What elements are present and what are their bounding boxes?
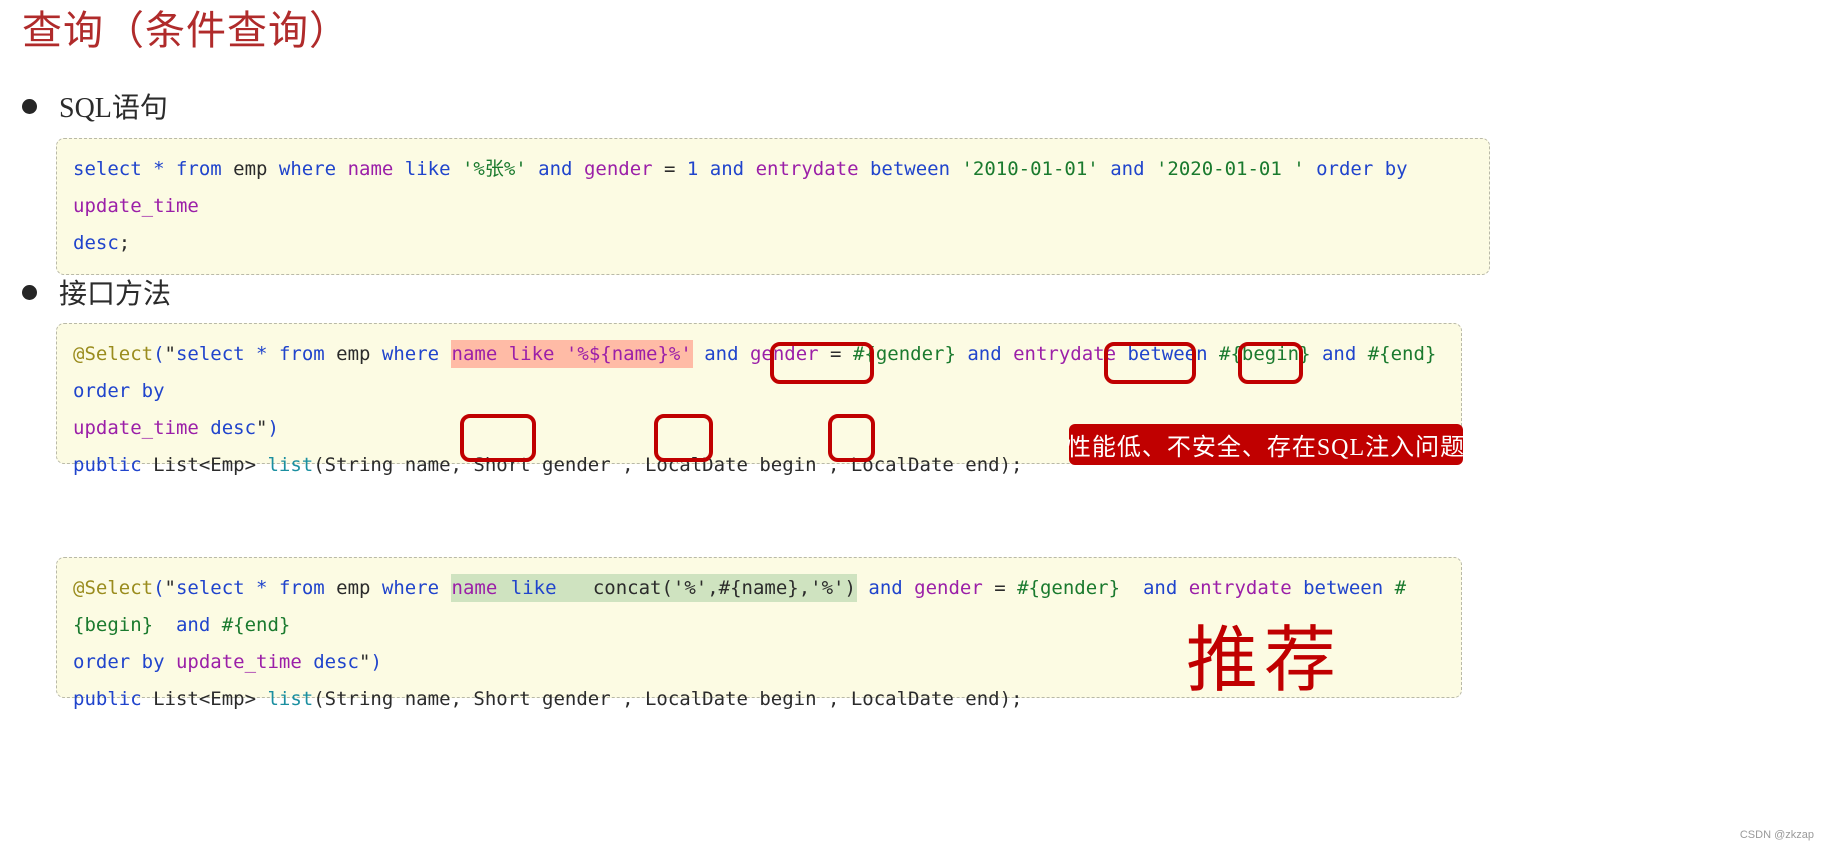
bullet-dot-icon [22, 284, 37, 300]
tok-public: public [73, 688, 154, 710]
tok-table-emp: emp [336, 577, 382, 599]
tok-and-2: and [1131, 577, 1189, 599]
tok-eq: = [830, 343, 853, 365]
recommend-watermark: 推荐 [1186, 621, 1343, 701]
tok-date-end: '2020-01-01 ' [1155, 158, 1317, 180]
tok-public: public [73, 454, 154, 476]
tok-method-list: list [267, 454, 314, 476]
tok-col-update-time: update_time [73, 195, 199, 217]
tok-select: select * [175, 577, 279, 599]
param-gender: #{gender} [1017, 577, 1132, 599]
param-end: #{end} [221, 614, 291, 636]
tok-and-2: and [709, 158, 756, 180]
tok-and-2: and [955, 343, 1014, 365]
tok-method-params: (String name, Short gender , LocalDate b… [313, 454, 1023, 476]
code-line-sql-1: select * from emp where name like '%张%' … [73, 151, 1473, 225]
tok-between: between [869, 158, 962, 180]
tok-select: select * [73, 158, 176, 180]
tok-str-name-pattern: '%张%' [461, 158, 539, 180]
tok-where: where [278, 158, 348, 180]
page-title: 查询（条件查询） [22, 8, 350, 53]
tok-quote-open: " [164, 343, 176, 365]
tok-like: like [404, 158, 462, 180]
tok-col-update-time: update_time [73, 417, 211, 439]
tok-col-update-time: update_time [175, 651, 314, 673]
tok-and-1: and [538, 158, 584, 180]
tok-and-1: and [692, 343, 750, 365]
section-heading-interface: 接口方法 [22, 272, 171, 312]
section-heading-sql: SQL语句 [22, 86, 168, 126]
highlight-dollar-name: name like '%${name}%' [450, 340, 693, 368]
tok-paren-open: ( [153, 577, 165, 599]
tok-and-3: and [1310, 343, 1368, 365]
tok-where: where [381, 343, 451, 365]
tok-paren-open: ( [153, 343, 165, 365]
tok-method-list: list [267, 688, 314, 710]
tok-and-3: and [1110, 158, 1156, 180]
section-label-sql: SQL语句 [59, 93, 168, 124]
highlight-concat-name-part2: like [509, 574, 569, 602]
tok-between: between [1127, 343, 1219, 365]
status-badge-warning: 性能低、不安全、存在SQL注入问题 [1067, 424, 1464, 465]
tok-select: select * [175, 343, 279, 365]
tok-where: where [381, 577, 451, 599]
tok-col-entrydate: entrydate [1013, 343, 1128, 365]
tok-from: from [175, 158, 234, 180]
tok-num-1: 1 [686, 158, 710, 180]
tok-and-1: and [856, 577, 915, 599]
param-gender: #{gender} [852, 343, 956, 365]
code-block-sql[interactable]: select * from emp where name like '%张%' … [56, 138, 1490, 275]
tok-col-gender: gender [914, 577, 995, 599]
tok-type-list-emp: List<Emp> [153, 454, 268, 476]
tok-quote-open: " [164, 577, 176, 599]
tok-order-by: order by [1316, 158, 1420, 180]
tok-paren-close: ) [370, 651, 382, 673]
tok-col-gender: gender [749, 343, 831, 365]
tok-desc: desc [313, 651, 359, 673]
tok-order-by: order by [73, 651, 176, 673]
tok-between: between [1303, 577, 1395, 599]
source-watermark: CSDN @zkzap [1739, 829, 1814, 841]
param-end: #{end} [1367, 343, 1437, 365]
tok-eq: = [664, 158, 687, 180]
tok-annotation-select: @Select [73, 343, 154, 365]
tok-col-entrydate: entrydate [755, 158, 870, 180]
tok-table-emp: emp [233, 158, 279, 180]
tok-type-list-emp: List<Emp> [153, 688, 268, 710]
highlight-concat-expression: concat('%',#{name},'%') [568, 574, 857, 602]
tok-quote-close: " [359, 651, 371, 673]
param-begin: #{begin} [1219, 343, 1311, 365]
tok-paren-close: ) [267, 417, 279, 439]
slide-root: 查询（条件查询） SQL语句 select * from emp where n… [0, 0, 1822, 845]
tok-col-entrydate: entrydate [1188, 577, 1304, 599]
tok-date-begin: '2010-01-01' [961, 158, 1111, 180]
bullet-dot-icon [22, 98, 37, 114]
tok-from: from [278, 577, 337, 599]
code-line-unsafe-1: @Select("select * from emp where name li… [73, 336, 1445, 410]
tok-semicolon: ; [118, 232, 131, 254]
highlight-concat-name-part1: name [450, 574, 510, 602]
tok-eq: = [994, 577, 1018, 599]
tok-method-params: (String name, Short gender , LocalDate b… [313, 688, 1023, 710]
tok-col-name: name [347, 158, 405, 180]
tok-from: from [278, 343, 337, 365]
tok-desc: desc [210, 417, 257, 439]
tok-desc: desc [73, 232, 119, 254]
tok-quote-close: " [256, 417, 268, 439]
code-line-sql-2: desc; [73, 225, 1473, 262]
tok-annotation-select: @Select [73, 577, 154, 599]
section-label-interface: 接口方法 [59, 279, 172, 310]
tok-col-gender: gender [583, 158, 665, 180]
tok-and-3: and [164, 614, 222, 636]
tok-table-emp: emp [336, 343, 382, 365]
